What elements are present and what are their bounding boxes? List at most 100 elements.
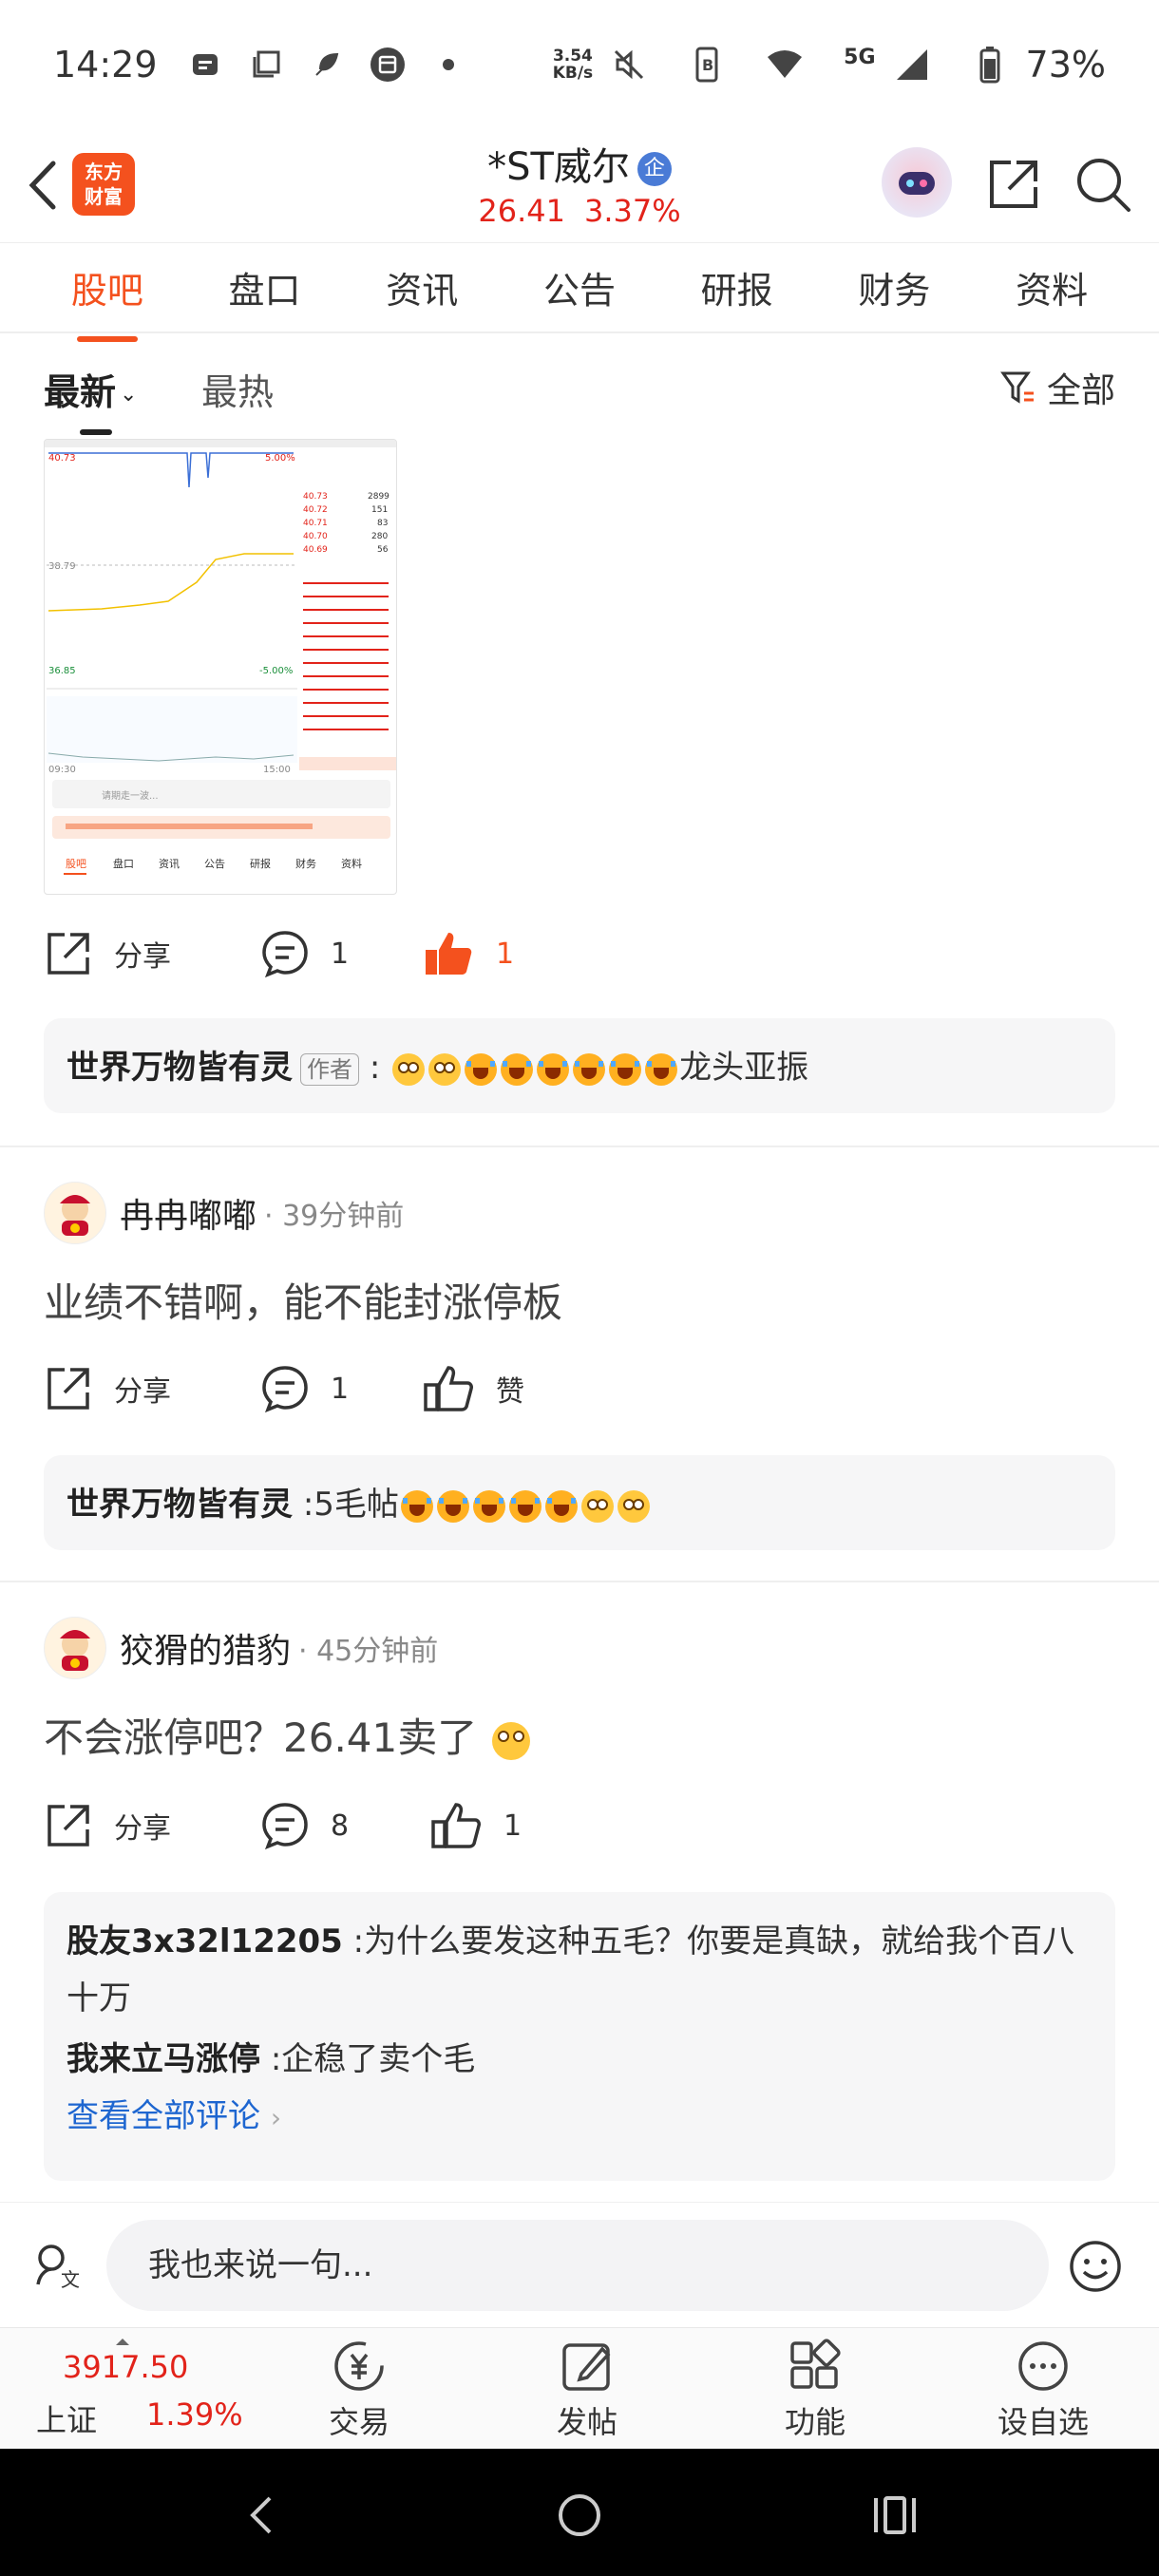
index-value: 3917.50	[63, 2349, 189, 2385]
stock-price: 26.41	[478, 193, 565, 229]
post-content[interactable]: 不会涨停吧？26.41卖了	[44, 1706, 532, 1764]
svg-text:40.69: 40.69	[303, 545, 328, 555]
caret-up-icon[interactable]	[114, 2332, 131, 2350]
share-button[interactable]: 分享	[44, 1801, 171, 1850]
emoji-icon[interactable]	[1068, 2239, 1123, 2298]
svg-text:B: B	[702, 56, 713, 74]
index-name: 上证	[36, 2402, 98, 2438]
avatar[interactable]	[44, 1182, 106, 1244]
crying-emoji-icon	[465, 1052, 498, 1086]
crying-emoji-icon	[472, 1489, 505, 1523]
search-icon[interactable]	[1074, 155, 1132, 214]
battery-icon	[971, 46, 1009, 84]
add-watchlist-button[interactable]: 设自选	[977, 2338, 1110, 2442]
tab-finance[interactable]: 财务	[858, 252, 930, 323]
like-button[interactable]: 赞	[422, 1364, 524, 1413]
like-button[interactable]: 1	[429, 1801, 522, 1850]
feather-icon	[308, 46, 346, 84]
tab-guba[interactable]: 股吧	[71, 252, 143, 342]
more-icon	[1018, 2341, 1068, 2391]
reply-box[interactable]: 股友3x32l12205 :为什么要发这种五毛？你要是真缺，就给我个百八十万 我…	[44, 1892, 1115, 2181]
filter-all-button[interactable]: 全部	[999, 363, 1115, 412]
signal-icon	[893, 46, 931, 84]
chevron-right-icon: ›	[270, 2102, 282, 2133]
nfc-icon: B	[688, 46, 726, 84]
svg-text:2899: 2899	[368, 492, 390, 502]
post-button[interactable]: 发帖	[521, 2338, 654, 2442]
post-username[interactable]: 狡猾的猎豹	[120, 1623, 291, 1673]
reply-item[interactable]: 我来立马涨停 :企稳了卖个毛	[66, 2031, 1092, 2088]
post-image-attachment[interactable]: 40.73 5.00% 38.79 36.85 -5.00% 09:30 15:…	[44, 439, 397, 895]
market-index-widget[interactable]: 3917.50 上证 1.39%	[28, 2349, 247, 2438]
thumbs-up-icon	[424, 1366, 473, 1411]
comment-icon	[262, 1803, 308, 1850]
svg-text:资料: 资料	[341, 857, 362, 870]
svg-text:56: 56	[377, 545, 389, 555]
like-button[interactable]: 1	[422, 929, 514, 978]
comment-button[interactable]: 1	[260, 1364, 349, 1413]
crying-emoji-icon	[544, 1489, 578, 1523]
svg-text:40.73: 40.73	[303, 492, 328, 502]
sort-hottest[interactable]: 最热	[201, 363, 274, 415]
tab-announcements[interactable]: 公告	[543, 252, 616, 323]
trade-button[interactable]: 交易	[293, 2338, 426, 2442]
shocked-emoji-icon	[491, 1721, 530, 1760]
functions-button[interactable]: 功能	[749, 2338, 882, 2442]
sort-indicator	[80, 429, 112, 435]
shocked-emoji-icon	[617, 1489, 650, 1523]
tab-news[interactable]: 资讯	[386, 252, 458, 323]
svg-text:83: 83	[377, 519, 388, 528]
svg-text:280: 280	[371, 532, 388, 541]
index-change: 1.39%	[146, 2396, 243, 2433]
tab-research[interactable]: 研报	[701, 252, 773, 323]
calendar-icon	[369, 46, 407, 84]
comment-input[interactable]: 我也来说一句...	[106, 2220, 1049, 2311]
mute-icon	[610, 46, 648, 84]
svg-text:09:30: 09:30	[48, 765, 76, 775]
post-username[interactable]: 冉冉嘟嘟	[120, 1188, 256, 1238]
reply-item[interactable]: 股友3x32l12205 :为什么要发这种五毛？你要是真缺，就给我个百八十万	[66, 1913, 1092, 2027]
svg-text:36.85: 36.85	[48, 666, 76, 676]
svg-text:-5.00%: -5.00%	[259, 666, 293, 676]
reply-author[interactable]: 世界万物皆有灵	[66, 1486, 293, 1524]
view-all-comments-link[interactable]: 查看全部评论 ›	[66, 2088, 1092, 2147]
crying-emoji-icon	[508, 1489, 542, 1523]
dot-icon	[429, 46, 467, 84]
comment-icon	[262, 931, 308, 978]
svg-text:文: 文	[61, 2268, 80, 2290]
reply-author[interactable]: 世界万物皆有灵	[66, 1049, 293, 1087]
reply-box[interactable]: 世界万物皆有灵 作者 : 龙头亚振	[44, 1018, 1115, 1113]
copy-icon	[247, 46, 285, 84]
avatar[interactable]	[44, 1617, 106, 1679]
share-button[interactable]: 分享	[44, 1364, 171, 1413]
network-type: 5G	[844, 46, 876, 69]
status-time: 14:29	[53, 43, 158, 85]
nav-home-icon[interactable]	[551, 2487, 608, 2544]
svg-text:资讯: 资讯	[159, 858, 180, 870]
ai-assistant-icon[interactable]	[882, 147, 952, 218]
tab-pankou[interactable]: 盘口	[229, 252, 301, 323]
anonymous-icon[interactable]: 文	[34, 2241, 84, 2294]
author-tag: 作者	[300, 1052, 359, 1086]
comment-composer: 文 我也来说一句...	[0, 2202, 1159, 2325]
crying-emoji-icon	[400, 1489, 433, 1523]
nav-recents-icon[interactable]	[866, 2487, 923, 2544]
filter-icon	[1000, 371, 1034, 404]
nav-back-icon[interactable]	[234, 2487, 291, 2544]
comment-button[interactable]: 1	[260, 929, 349, 978]
share-icon[interactable]	[984, 155, 1043, 214]
section-tabs: 股吧 盘口 资讯 公告 研报 财务 资料	[0, 242, 1159, 342]
svg-text:151: 151	[371, 505, 388, 515]
reply-box[interactable]: 世界万物皆有灵 :5毛帖	[44, 1455, 1115, 1550]
reply-author: 我来立马涨停	[66, 2040, 260, 2078]
comment-button[interactable]: 8	[260, 1801, 349, 1850]
enterprise-badge: 企	[636, 152, 672, 186]
sort-newest[interactable]: 最新 ⌄	[44, 363, 137, 415]
post-content[interactable]: 业绩不错啊，能不能封涨停板	[44, 1271, 562, 1329]
svg-text:研报: 研报	[250, 857, 271, 870]
comment-icon	[262, 1366, 308, 1413]
tab-profile[interactable]: 资料	[1016, 252, 1088, 323]
reply-author: 股友3x32l12205	[66, 1923, 343, 1960]
share-button[interactable]: 分享	[44, 929, 171, 978]
shocked-emoji-icon	[580, 1489, 614, 1523]
